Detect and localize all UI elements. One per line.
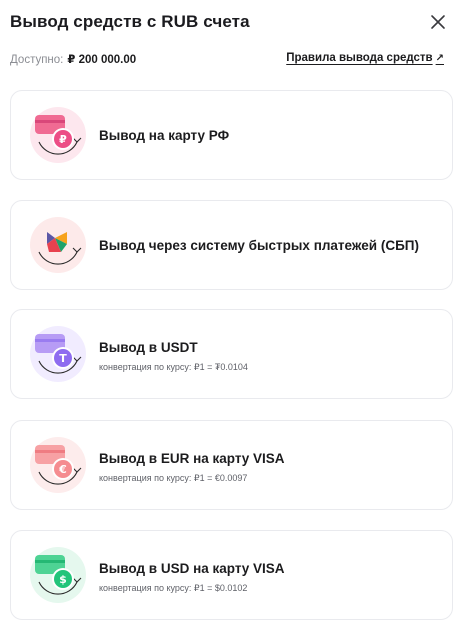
svg-text:€: €: [58, 463, 67, 476]
withdrawal-rules-label: Правила вывода средств: [286, 52, 433, 64]
conversion-rate: конвертация по курсу: ₽1 = ₮0.0104: [99, 362, 248, 372]
sbp-icon: [27, 214, 89, 276]
option-card-usd[interactable]: $ Вывод в USD на карту VISA конвертация …: [10, 530, 453, 620]
option-label: Вывод в USDT: [99, 340, 198, 355]
option-card-eur[interactable]: € Вывод в EUR на карту VISA конвертация …: [10, 420, 453, 510]
rub-card-icon: ₽: [27, 104, 89, 166]
svg-text:$: $: [59, 573, 67, 586]
option-card-rf[interactable]: ₽ Вывод на карту РФ: [10, 90, 453, 180]
option-label: Вывод через систему быстрых платежей (СБ…: [99, 238, 419, 253]
balance-value: ₽ 200 000.00: [67, 54, 137, 66]
option-card-usdt[interactable]: T Вывод в USDT конвертация по курсу: ₽1 …: [10, 309, 453, 399]
usdt-card-icon: T: [27, 323, 89, 385]
balance-label: Доступно:: [10, 54, 64, 66]
option-card-sbp[interactable]: Вывод через систему быстрых платежей (СБ…: [10, 200, 453, 290]
close-icon[interactable]: [428, 12, 448, 32]
svg-text:₽: ₽: [59, 133, 67, 146]
page-title: Вывод средств с RUB счета: [10, 12, 250, 31]
arrow-up-right-icon: ↗: [435, 53, 444, 64]
option-label: Вывод на карту РФ: [99, 128, 230, 143]
option-label: Вывод в EUR на карту VISA: [99, 451, 285, 466]
header: Вывод средств с RUB счета: [10, 10, 452, 36]
withdrawal-rules-link[interactable]: Правила вывода средств ↗: [286, 52, 444, 64]
svg-text:T: T: [59, 352, 67, 365]
balance-row: Доступно: ₽ 200 000.00 Правила вывода сре…: [10, 52, 452, 68]
option-label: Вывод в USD на карту VISA: [99, 561, 285, 576]
usd-card-icon: $: [27, 544, 89, 606]
conversion-rate: конвертация по курсу: ₽1 = $0.0102: [99, 583, 248, 593]
conversion-rate: конвертация по курсу: ₽1 = €0.0097: [99, 473, 248, 483]
eur-card-icon: €: [27, 434, 89, 496]
